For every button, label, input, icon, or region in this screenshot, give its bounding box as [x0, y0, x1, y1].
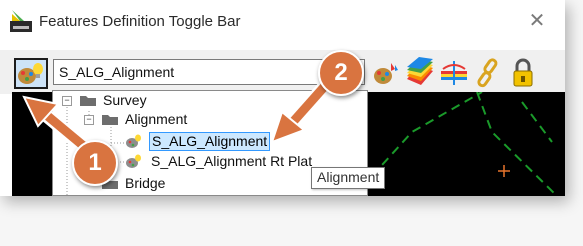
- feature-palette-icon[interactable]: [371, 57, 401, 89]
- feature-palette-icon: [126, 154, 141, 168]
- tooltip: Alignment: [311, 167, 386, 189]
- tree-item-label: S_ALG_Alignment Rt Plat: [151, 153, 313, 169]
- selected-tree-label: S_ALG_Alignment: [149, 132, 271, 151]
- active-feature-value: S_ALG_Alignment: [59, 64, 175, 80]
- tree-item-label: Alignment: [125, 111, 188, 127]
- collapse-icon[interactable]: −: [84, 115, 94, 125]
- title-bar: Features Definition Toggle Bar ✕: [0, 0, 565, 44]
- close-icon[interactable]: ✕: [526, 10, 548, 32]
- linear-template-icon[interactable]: [439, 57, 469, 89]
- folder-icon: [80, 96, 96, 106]
- cursor-cross-icon: [498, 165, 510, 177]
- link-icon[interactable]: [473, 57, 503, 89]
- callout-badge-1: 1: [72, 140, 118, 186]
- lock-icon[interactable]: [508, 57, 538, 89]
- window-title: Features Definition Toggle Bar: [39, 13, 241, 30]
- tree-item-alignment[interactable]: − Alignment: [53, 111, 367, 129]
- tree-item-survey[interactable]: − Survey: [53, 92, 367, 110]
- screenshot-stage: Features Definition Toggle Bar ✕ S_ALG_A…: [0, 0, 583, 246]
- feature-palette-icon: [126, 134, 141, 148]
- tree-item-label: Bridge: [125, 175, 166, 191]
- folder-icon: [102, 115, 118, 125]
- feature-palette-icon: [18, 63, 43, 84]
- callout-badge-2: 2: [318, 50, 364, 96]
- tree-item-label: Survey: [103, 92, 147, 108]
- active-feature-button[interactable]: [14, 58, 48, 89]
- surface-rainbow-icon[interactable]: [405, 57, 435, 89]
- app-icon: [10, 10, 32, 32]
- collapse-icon[interactable]: −: [62, 96, 72, 106]
